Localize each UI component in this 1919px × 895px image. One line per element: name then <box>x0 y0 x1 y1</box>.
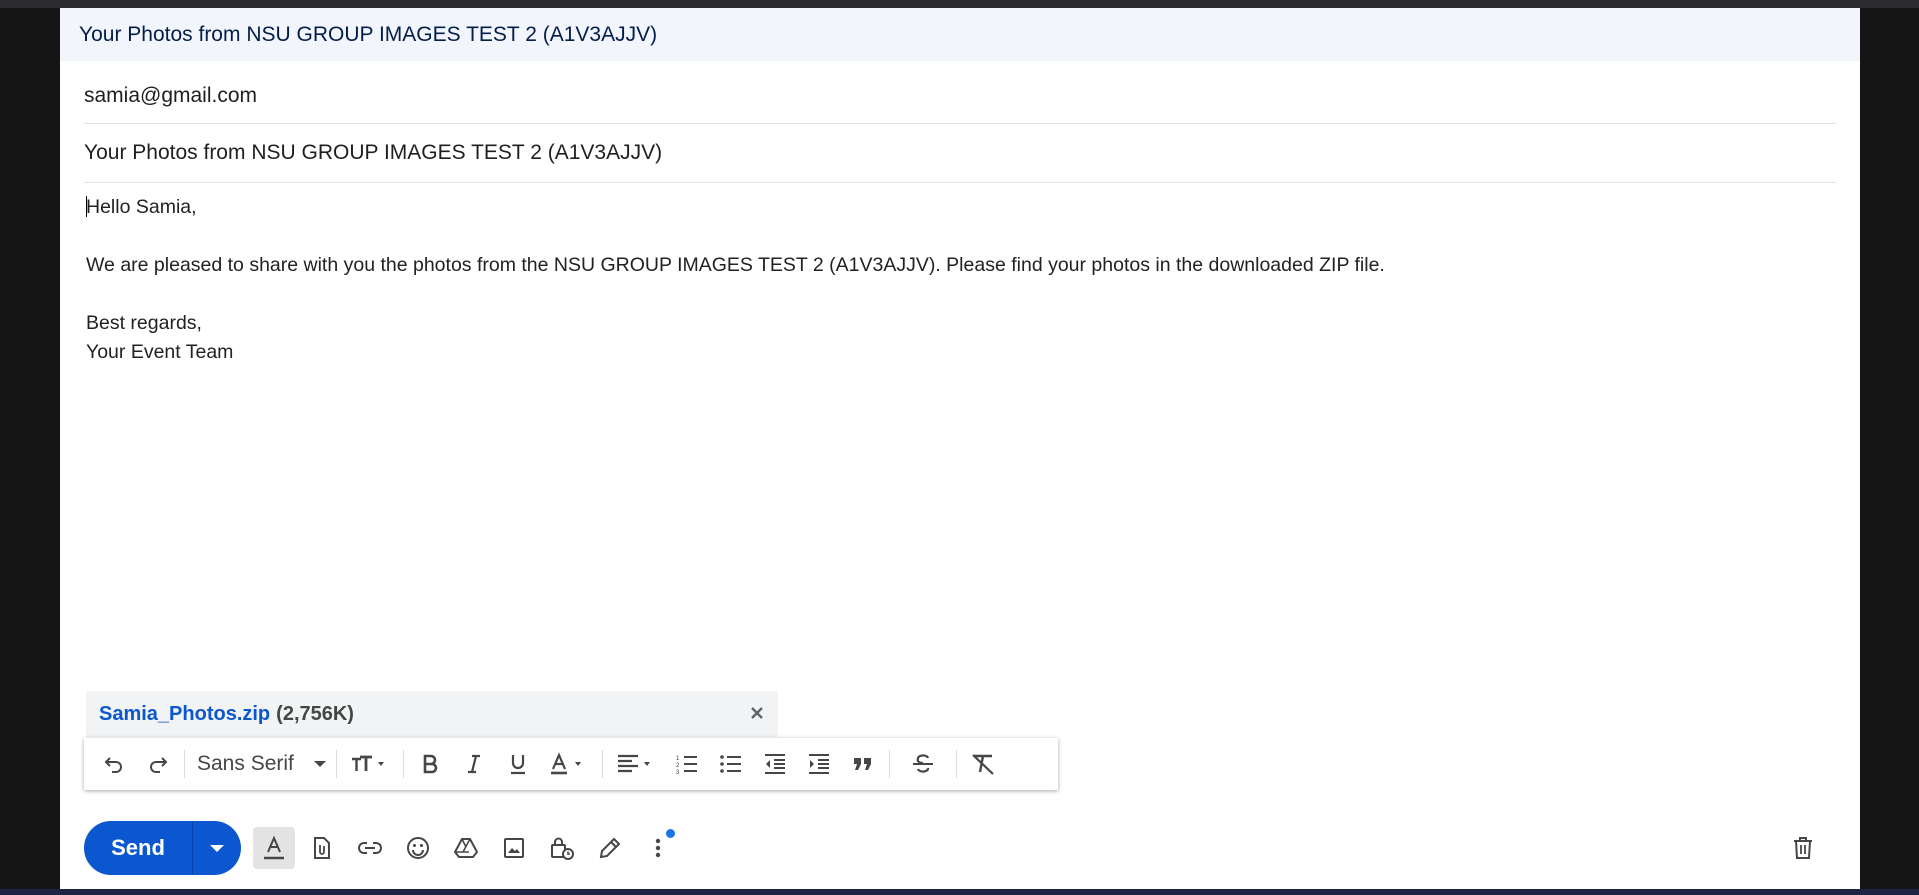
formatting-options-icon[interactable] <box>253 827 295 869</box>
body-greeting: Hello Samia, <box>86 196 197 218</box>
chevron-down-icon <box>210 844 224 852</box>
attachment-name[interactable]: Samia_Photos.zip <box>99 703 270 726</box>
signature-icon[interactable] <box>589 827 631 869</box>
svg-text:2: 2 <box>676 763 680 769</box>
attachment-size: (2,756K) <box>276 702 354 725</box>
text-color-icon[interactable] <box>540 744 598 784</box>
body-closing: Best regards, <box>86 312 202 334</box>
toolbar-divider <box>402 750 404 778</box>
body-signature: Your Event Team <box>86 341 234 363</box>
font-family-label: Sans Serif <box>197 752 294 775</box>
undo-icon[interactable] <box>92 744 136 784</box>
close-icon[interactable] <box>744 700 770 726</box>
toolbar-divider <box>601 750 603 778</box>
indent-less-icon[interactable] <box>753 744 797 784</box>
send-options-button[interactable] <box>193 821 241 875</box>
attachment-chip[interactable]: Samia_Photos.zip (2,756K) <box>86 691 778 737</box>
notification-dot <box>666 829 675 838</box>
message-body[interactable]: Hello Samia, We are pleased to share wit… <box>86 193 1385 367</box>
compose-header-title: Your Photos from NSU GROUP IMAGES TEST 2… <box>79 22 658 46</box>
text-size-icon[interactable] <box>341 744 399 784</box>
window-bottom-edge <box>0 889 1919 895</box>
to-field[interactable]: samia@gmail.com <box>84 61 1836 124</box>
subject-text[interactable]: Your Photos from NSU GROUP IMAGES TEST 2… <box>84 141 662 165</box>
bold-icon[interactable] <box>408 744 452 784</box>
formatting-toolbar: Sans Serif 123 <box>84 738 1058 790</box>
numbered-list-icon[interactable]: 123 <box>665 744 709 784</box>
indent-more-icon[interactable] <box>797 744 841 784</box>
recipient-address[interactable]: samia@gmail.com <box>84 84 257 108</box>
body-paragraph: We are pleased to share with you the pho… <box>86 254 1385 276</box>
toolbar-divider <box>335 750 337 778</box>
subject-field[interactable]: Your Photos from NSU GROUP IMAGES TEST 2… <box>84 124 1836 183</box>
quote-icon[interactable] <box>841 744 885 784</box>
bulleted-list-icon[interactable] <box>709 744 753 784</box>
compose-actions-bar: Send <box>84 819 1824 877</box>
drive-icon[interactable] <box>445 827 487 869</box>
chevron-down-icon <box>313 761 326 767</box>
compose-header[interactable]: Your Photos from NSU GROUP IMAGES TEST 2… <box>60 8 1860 61</box>
emoji-icon[interactable] <box>397 827 439 869</box>
attach-file-icon[interactable] <box>301 827 343 869</box>
compose-window: Your Photos from NSU GROUP IMAGES TEST 2… <box>60 8 1860 889</box>
window-top-edge <box>0 0 1919 8</box>
redo-icon[interactable] <box>136 744 180 784</box>
toolbar-divider <box>955 750 957 778</box>
discard-draft-icon[interactable] <box>1782 827 1824 869</box>
strikethrough-icon[interactable] <box>894 744 952 784</box>
italic-icon[interactable] <box>452 744 496 784</box>
send-button[interactable]: Send <box>84 821 192 875</box>
send-button-group: Send <box>84 821 241 875</box>
align-icon[interactable] <box>607 744 665 784</box>
remove-formatting-icon[interactable] <box>961 744 1005 784</box>
insert-link-icon[interactable] <box>349 827 391 869</box>
insert-photo-icon[interactable] <box>493 827 535 869</box>
confidential-mode-icon[interactable] <box>541 827 583 869</box>
font-family-select[interactable]: Sans Serif <box>189 744 332 784</box>
svg-text:1: 1 <box>676 756 680 762</box>
toolbar-divider <box>888 750 890 778</box>
toolbar-divider <box>184 750 185 778</box>
underline-icon[interactable] <box>496 744 540 784</box>
svg-text:3: 3 <box>676 770 680 776</box>
more-options-icon[interactable] <box>637 827 679 869</box>
